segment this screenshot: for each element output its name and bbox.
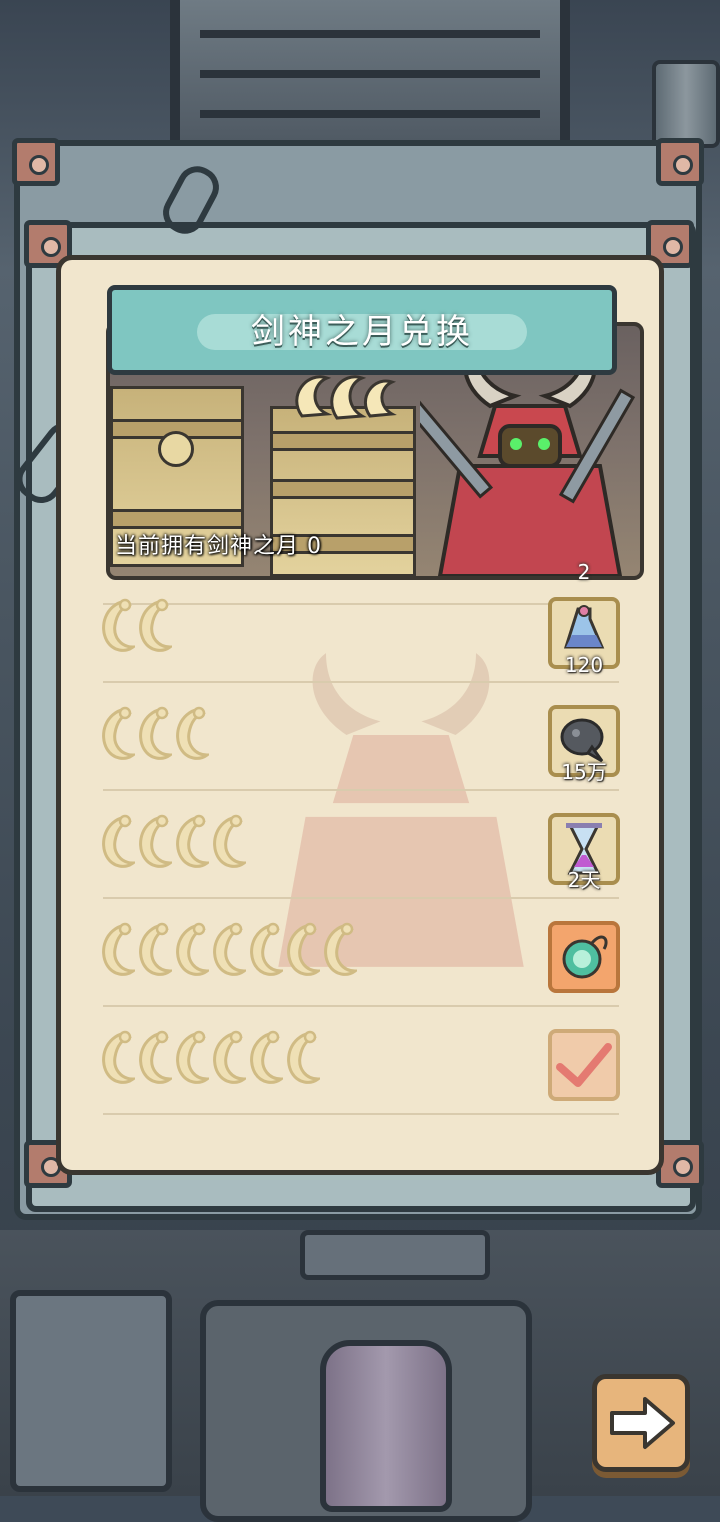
- sword-god-moon-icon: [95, 705, 138, 767]
- exchange-card: 当前拥有剑神之月 0 剑神之月兑换 2 120 15万 2天: [56, 255, 664, 1175]
- sword-god-moon-icon: [132, 597, 175, 659]
- sword-god-moon-icon: [132, 705, 175, 767]
- reward-slot-button[interactable]: 2天: [548, 813, 620, 892]
- bank-emblem-icon: [158, 431, 194, 467]
- exchange-row: 2天: [61, 791, 659, 899]
- sword-god-moon-icon: [206, 1029, 249, 1091]
- reward-qty: 120: [564, 653, 604, 677]
- sword-god-moon-icon: [169, 1029, 212, 1091]
- sword-god-moon-icon: [280, 921, 323, 983]
- sword-god-moon-icon: [206, 813, 249, 875]
- sword-god-moon-icon: [243, 1029, 286, 1091]
- reward-qty: 15万: [561, 760, 607, 784]
- reward-slot-button[interactable]: [548, 921, 620, 993]
- wall-pipe: [652, 60, 720, 148]
- sword-god-moon-icon: [206, 921, 249, 983]
- sword-god-moon-icon: [95, 1029, 138, 1091]
- exchange-row: [61, 1007, 659, 1115]
- right-arrow-icon: [610, 1397, 675, 1449]
- frame-bracket-top-left: [12, 138, 60, 186]
- sword-god-moon-icon: [169, 921, 212, 983]
- owned-moon-count: 当前拥有剑神之月 0: [115, 534, 322, 559]
- samurai-hero-icon: [420, 346, 636, 576]
- cost-moons: [95, 1029, 323, 1099]
- sword-god-moon-icon: [95, 597, 138, 659]
- sword-god-moon-icon: [132, 1029, 175, 1091]
- exchange-row: [61, 899, 659, 1007]
- title-plate: 剑神之月兑换: [107, 285, 617, 375]
- reward-slot-button[interactable]: 15万: [548, 705, 620, 784]
- exchange-row: 120: [61, 575, 659, 683]
- sword-god-moon-icon: [280, 1029, 323, 1091]
- cost-moons: [95, 705, 212, 775]
- exchange-row: 15万: [61, 683, 659, 791]
- ceiling-vent: [170, 0, 570, 150]
- sword-god-moon-icon: [243, 921, 286, 983]
- next-arrow-button[interactable]: [592, 1374, 690, 1472]
- green-amulet-icon: [552, 925, 616, 993]
- sword-god-moon-icon: [95, 813, 138, 875]
- sword-god-moon-icon: [169, 705, 212, 767]
- cost-moons: [95, 921, 360, 991]
- moon-crest-icon: [295, 375, 397, 420]
- sword-god-moon-icon: [95, 921, 138, 983]
- cost-moons: [95, 597, 175, 667]
- cost-moons: [95, 813, 249, 883]
- dialog-title: 剑神之月兑换: [251, 312, 473, 352]
- reward-qty: 2天: [567, 868, 601, 892]
- sword-god-moon-icon: [132, 813, 175, 875]
- row-divider: [103, 1113, 619, 1115]
- sword-god-moon-icon: [132, 921, 175, 983]
- reward-slot-button[interactable]: 120: [548, 597, 620, 677]
- reward-slot-button[interactable]: [548, 1029, 620, 1101]
- claimed-check-icon: [552, 1033, 616, 1101]
- frame-bracket-top-right: [656, 138, 704, 186]
- sword-god-moon-icon: [317, 921, 360, 983]
- sword-god-moon-icon: [169, 813, 212, 875]
